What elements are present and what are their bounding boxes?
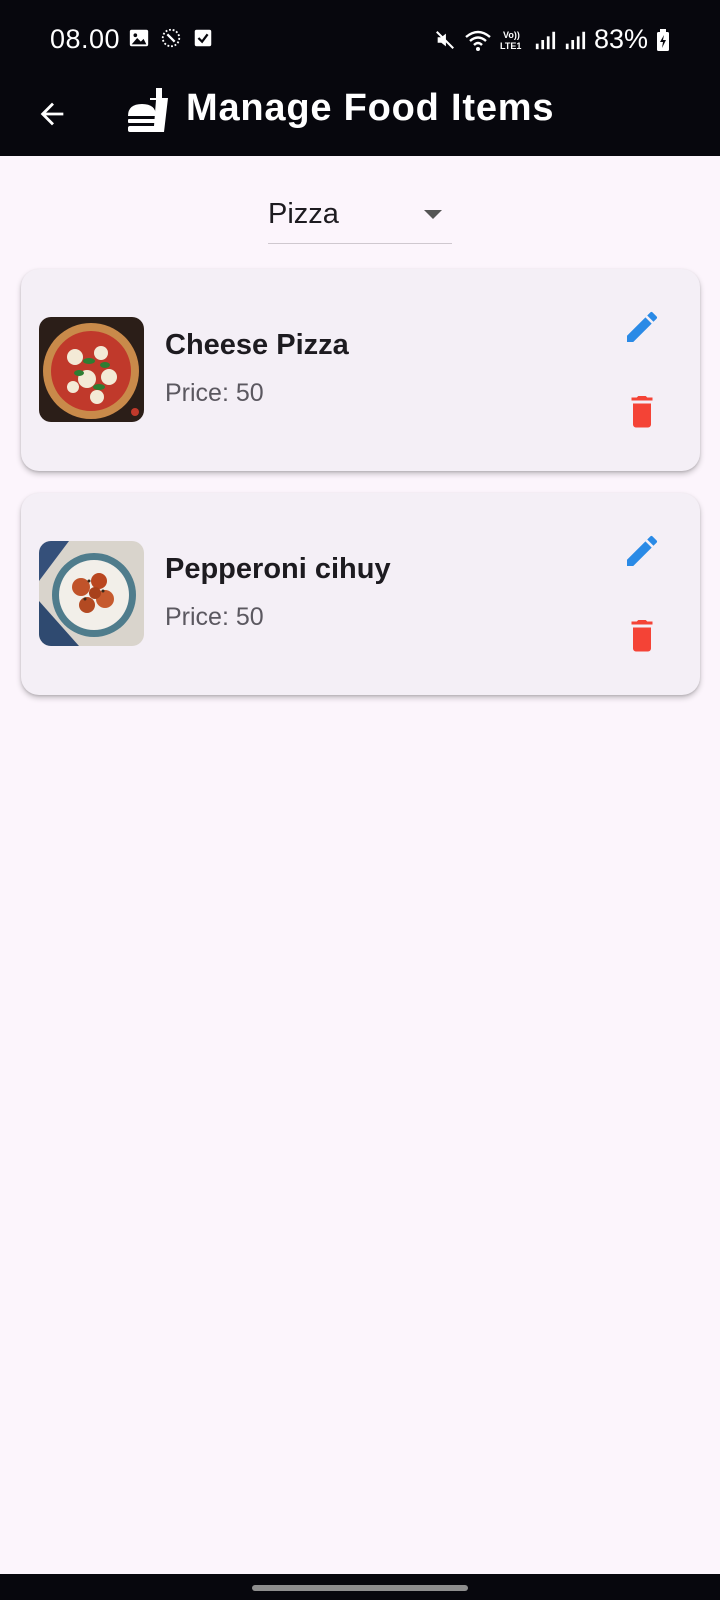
food-item-card: Cheese Pizza Price: 50 — [21, 269, 700, 471]
delete-button[interactable] — [624, 615, 660, 655]
mute-icon — [435, 30, 454, 49]
battery-charging-icon — [657, 28, 669, 51]
home-gesture-handle[interactable] — [252, 1585, 468, 1591]
dropdown-selected-value: Pizza — [268, 198, 339, 230]
edit-icon — [627, 535, 658, 566]
trash-icon — [631, 620, 653, 652]
screen: 08.00 Vo)) LTE1 83% Manage Food Items Pi… — [0, 0, 720, 1600]
food-item-price: Price: 50 — [165, 379, 264, 407]
arrow-back-icon — [40, 102, 64, 126]
volte-icon: Vo))LTE1 — [500, 30, 521, 51]
snooze-icon — [161, 28, 181, 48]
signal-icon — [535, 31, 556, 49]
signal-icon-2 — [565, 31, 586, 49]
food-item-image — [39, 541, 144, 646]
status-right-icons: Vo)) LTE1 83% — [434, 24, 670, 55]
edit-icon — [627, 311, 658, 342]
app-bar: Manage Food Items — [0, 80, 720, 156]
status-time: 08.00 — [50, 24, 121, 54]
svg-text:Vo)): Vo)) — [503, 30, 520, 40]
gallery-icon — [129, 29, 149, 47]
edit-button[interactable] — [622, 307, 662, 347]
svg-text:LTE1: LTE1 — [500, 41, 521, 51]
delete-button[interactable] — [624, 391, 660, 431]
food-item-image — [39, 317, 144, 422]
food-item-name: Cheese Pizza — [165, 329, 349, 361]
food-item-price: Price: 50 — [165, 603, 264, 631]
back-button[interactable] — [28, 90, 76, 138]
fastfood-icon — [128, 88, 168, 132]
food-item-name: Pepperoni cihuy — [165, 553, 391, 585]
page-title: Manage Food Items — [186, 87, 555, 129]
dropdown-arrow-icon — [424, 210, 442, 219]
category-dropdown[interactable]: Pizza — [268, 190, 452, 244]
navigation-bar — [0, 1574, 720, 1600]
food-item-card: Pepperoni cihuy Price: 50 — [21, 493, 700, 695]
wifi-icon — [465, 30, 491, 51]
status-bar: 08.00 Vo)) LTE1 83% — [0, 0, 720, 80]
checkbox-icon — [194, 29, 212, 47]
battery-percent: 83% — [593, 24, 648, 54]
trash-icon — [631, 396, 653, 428]
edit-button[interactable] — [622, 531, 662, 571]
status-left-icons — [128, 26, 214, 50]
